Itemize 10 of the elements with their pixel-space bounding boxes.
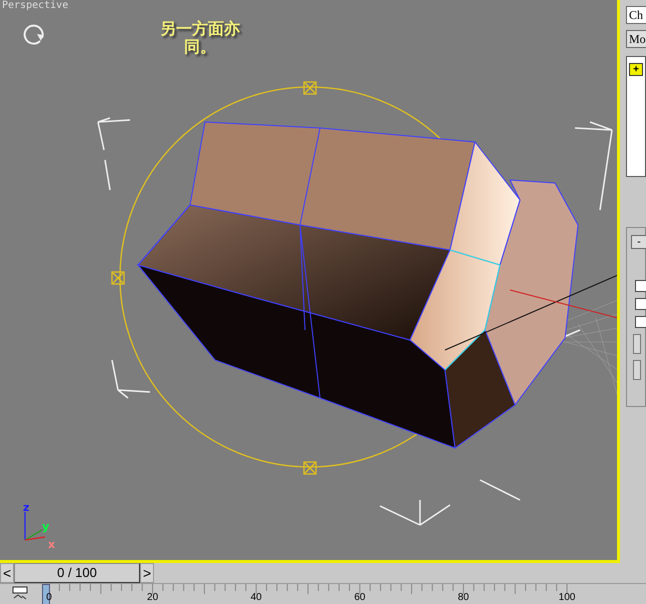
frame-number: 100 bbox=[558, 592, 576, 603]
frame-number: 0 bbox=[46, 592, 52, 603]
frame-number: 20 bbox=[147, 592, 158, 603]
axis-label: y bbox=[42, 520, 50, 533]
frame-number: 60 bbox=[354, 592, 366, 603]
axis-label: z bbox=[23, 501, 30, 514]
frame-number: 80 bbox=[458, 592, 469, 603]
axis-label: x bbox=[48, 538, 56, 551]
frame-number: 40 bbox=[250, 592, 262, 603]
caption-text: 另一方面亦同。 bbox=[159, 20, 241, 56]
